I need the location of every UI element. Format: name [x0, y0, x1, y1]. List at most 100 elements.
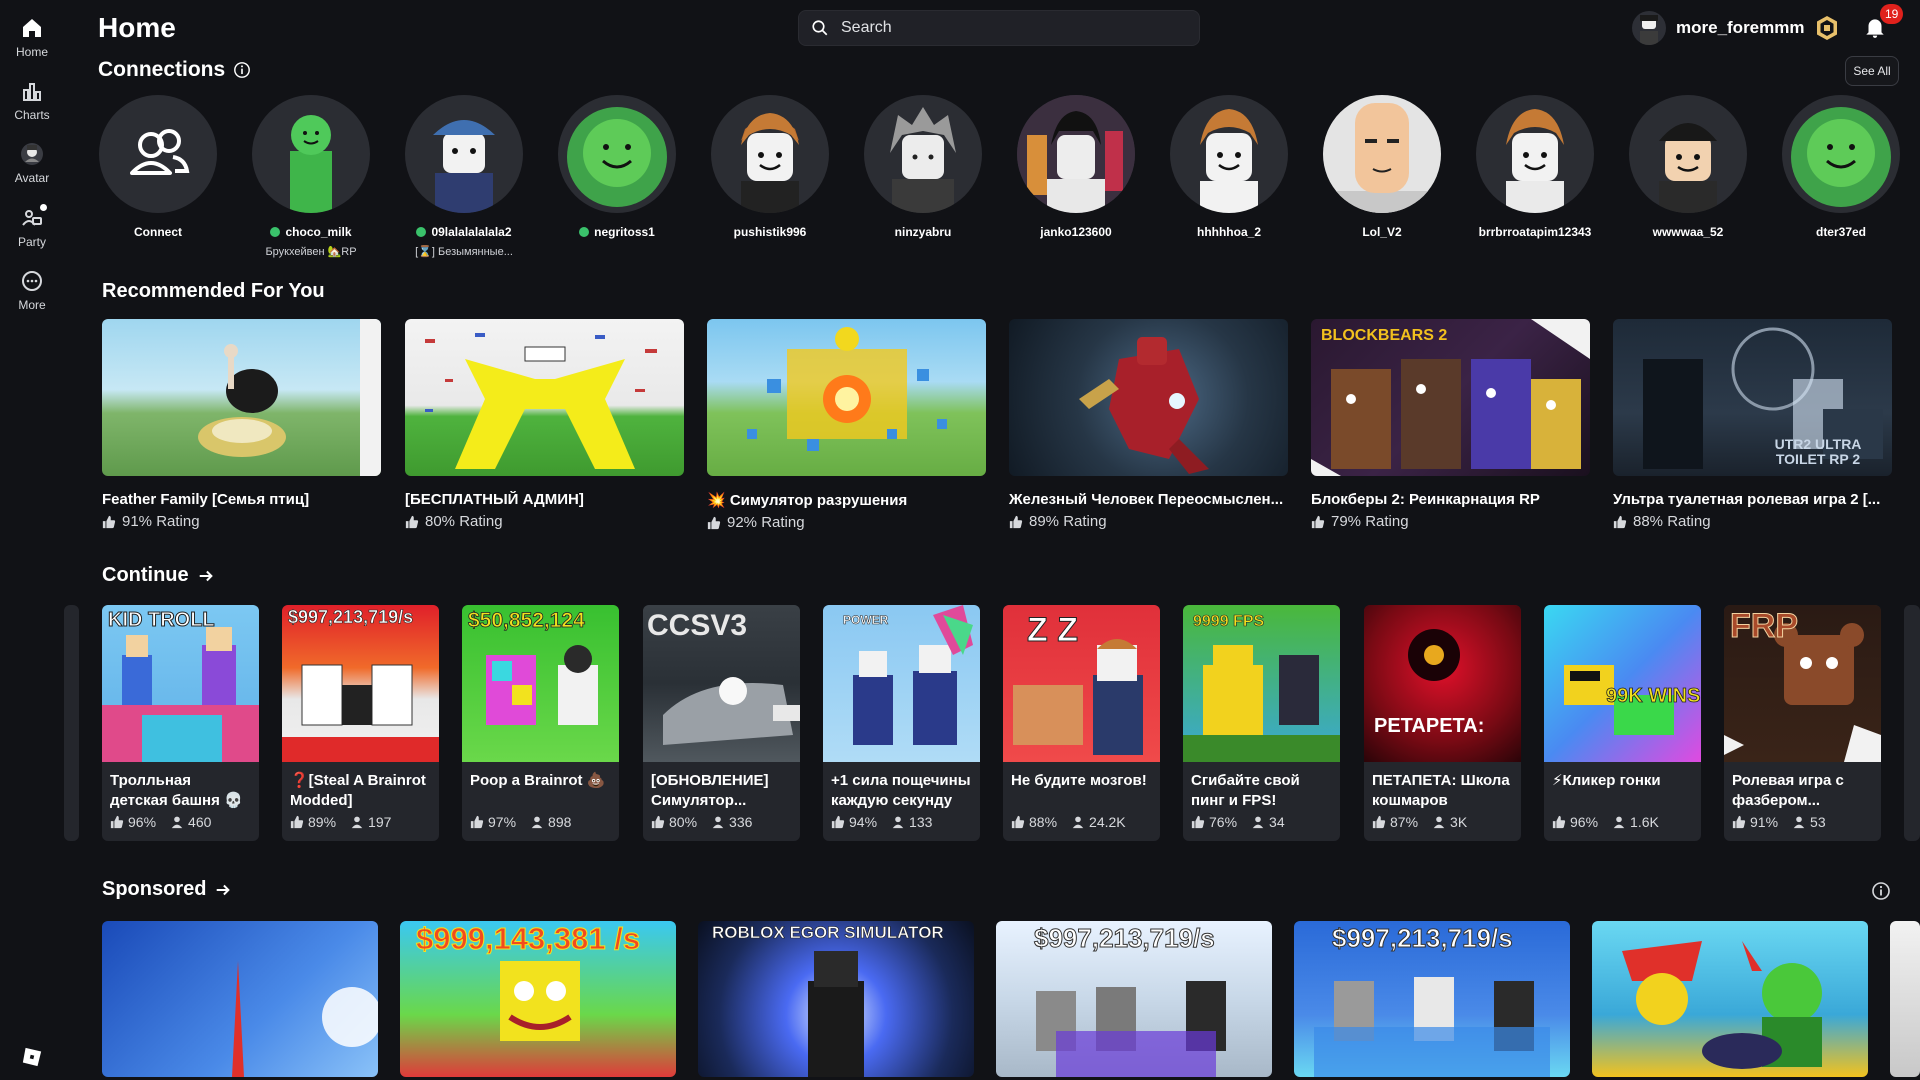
players-icon: [1072, 816, 1084, 829]
game-thumbnail: Z Z: [1003, 605, 1160, 762]
sponsored-card[interactable]: ROBLOX EGOR SIMULATOR: [698, 921, 974, 1077]
sponsored-card[interactable]: [1592, 921, 1868, 1077]
friend-item[interactable]: pushistik996: [705, 95, 835, 239]
game-thumbnail: $50,852,124: [462, 605, 619, 762]
thumbs-up-icon: [1011, 815, 1025, 829]
game-card[interactable]: $997,213,719/s ❓[Steal A Brainrot Modded…: [282, 605, 439, 841]
game-players: 197: [368, 814, 392, 830]
sponsored-info-icon[interactable]: [1871, 881, 1891, 901]
game-thumbnail: 99K WINS: [1544, 605, 1701, 762]
game-rating: 80%: [669, 814, 698, 830]
game-card[interactable]: 99K WINS ⚡Кликер гонки 96% 1.6K: [1544, 605, 1701, 841]
game-card[interactable]: CCSV3 [ОБНОВЛЕНИЕ] Симулятор... 80% 336: [643, 605, 800, 841]
sponsored-card[interactable]: $997,213,719/s: [996, 921, 1272, 1077]
friend-current-game[interactable]: [⌛] Безымянные...: [399, 245, 529, 258]
info-icon[interactable]: [233, 61, 251, 79]
avatar-icon: [21, 143, 43, 165]
thumbs-up-icon: [1311, 515, 1325, 528]
game-rating: 97%: [488, 814, 517, 830]
friend-avatar: [1170, 95, 1288, 213]
game-thumbnail: [707, 319, 986, 476]
players-icon: [1793, 816, 1805, 829]
sidebar: Home Charts Avatar Party More: [0, 0, 64, 1080]
friend-item[interactable]: wwwwaa_52: [1623, 95, 1753, 239]
friend-item[interactable]: brrbrroatapim12343: [1470, 95, 1600, 239]
players-icon: [531, 816, 543, 829]
game-card[interactable]: UTR2 ULTRA TOILET RP 2 Ультра туалетная …: [1613, 319, 1892, 530]
friend-item[interactable]: 09lalalalalala2 [⌛] Безымянные...: [399, 95, 529, 258]
game-card[interactable]: 9999 FPS Сгибайте свой пинг и FPS! 76% 34: [1183, 605, 1340, 841]
thumbs-up-icon: [290, 815, 304, 829]
continue-title[interactable]: Continue: [102, 564, 215, 587]
friend-item[interactable]: dter37ed: [1776, 95, 1906, 239]
game-card[interactable]: Железный Человек Переосмыслен... 89% Rat…: [1009, 319, 1288, 530]
game-players: 34: [1269, 814, 1285, 830]
game-card[interactable]: BLOCKBEARS 2 Блокберы 2: Реинкарнация RP…: [1311, 319, 1590, 530]
friend-avatar: [1782, 95, 1900, 213]
game-thumbnail: FRP: [1724, 605, 1881, 762]
game-card-partial[interactable]: [1904, 605, 1920, 841]
friend-item[interactable]: negritoss1: [552, 95, 682, 239]
thumbnail-title: UTR2 ULTRA TOILET RP 2: [1774, 436, 1862, 467]
game-card[interactable]: FRP Ролевая игра с фазбером... 91% 53: [1724, 605, 1881, 841]
sidebar-item-home[interactable]: Home: [0, 10, 64, 70]
game-rating: 79% Rating: [1331, 513, 1409, 530]
thumbs-up-icon: [1732, 815, 1746, 829]
sponsored-card-partial[interactable]: [1890, 921, 1920, 1077]
game-title: Feather Family [Семья птиц]: [102, 491, 310, 508]
friend-item[interactable]: choco_milk Брукхейвен 🏡RP: [246, 95, 376, 258]
friend-item[interactable]: Lol_V2: [1317, 95, 1447, 239]
sidebar-item-charts[interactable]: Charts: [0, 73, 64, 133]
thumbnail-title: $999,143,381 /s: [415, 921, 641, 957]
game-card[interactable]: PETAPETA: ПЕТАПЕТА: Школа кошмаров 87% 3K: [1364, 605, 1521, 841]
game-card[interactable]: $50,852,124 Poop a Brainrot 💩 97% 898: [462, 605, 619, 841]
players-icon: [712, 816, 724, 829]
game-rating: 94%: [849, 814, 878, 830]
game-thumbnail: [1009, 319, 1288, 476]
game-card[interactable]: Feather Family [Семья птиц] 91% Rating: [102, 319, 381, 530]
thumbnail-title: $997,213,719/s: [288, 607, 414, 628]
game-thumbnail: [102, 319, 381, 476]
game-card[interactable]: 💥 Симулятор разрушения 92% Rating: [707, 319, 986, 531]
game-card[interactable]: KID TROLL Тролльная детская башня 💀 96% 4…: [102, 605, 259, 841]
search-bar[interactable]: [798, 10, 1200, 46]
roblox-logo-icon[interactable]: [21, 1046, 43, 1068]
thumbnail-title: PETAPETA:: [1374, 715, 1485, 737]
game-rating: 80% Rating: [425, 513, 503, 530]
game-thumbnail: [405, 319, 684, 476]
sponsored-card[interactable]: $999,143,381 /s: [400, 921, 676, 1077]
sidebar-item-avatar[interactable]: Avatar: [0, 136, 64, 196]
game-card[interactable]: [БЕСПЛАТНЫЙ АДМИН] 80% Rating: [405, 319, 684, 530]
friend-avatar: [1017, 95, 1135, 213]
search-input[interactable]: [841, 19, 1181, 37]
sidebar-item-party[interactable]: Party: [0, 200, 64, 260]
friend-item[interactable]: hhhhhoa_2: [1164, 95, 1294, 239]
thumbnail-title: CCSV3: [647, 609, 748, 642]
friend-current-game[interactable]: Брукхейвен 🏡RP: [246, 245, 376, 258]
user-profile[interactable]: more_foremmm: [1632, 10, 1805, 46]
friend-avatar: [558, 95, 676, 213]
online-indicator: [416, 227, 427, 237]
home-icon: [23, 19, 41, 37]
game-rating: 89% Rating: [1029, 513, 1107, 530]
game-title: Ролевая игра с фазбером...: [1732, 772, 1844, 809]
game-players: 1.6K: [1630, 814, 1659, 830]
game-rating: 76%: [1209, 814, 1238, 830]
user-avatar: [1632, 11, 1666, 45]
game-card[interactable]: Z Z Не будите мозгов! 88% 24.2K: [1003, 605, 1160, 841]
thumbnail-title: KID TROLL: [108, 609, 216, 632]
friend-item[interactable]: ninzyabru: [858, 95, 988, 239]
game-title: ⚡Кликер гонки: [1552, 772, 1661, 789]
game-card-partial[interactable]: [64, 605, 79, 841]
sponsored-card[interactable]: $997,213,719/s: [1294, 921, 1570, 1077]
game-rating: 92% Rating: [727, 514, 805, 531]
connect-button[interactable]: Connect: [93, 95, 223, 239]
friend-item[interactable]: janko123600: [1011, 95, 1141, 239]
see-all-button[interactable]: See All: [1845, 56, 1899, 86]
thumbnail-title: BLOCKBEARS 2: [1321, 327, 1448, 344]
premium-icon[interactable]: [1814, 15, 1840, 41]
sponsored-title[interactable]: Sponsored: [102, 878, 232, 901]
sidebar-item-more[interactable]: More: [0, 263, 64, 323]
game-card[interactable]: POWER +1 сила пощечины каждую секунду 94…: [823, 605, 980, 841]
sponsored-card[interactable]: [102, 921, 378, 1077]
